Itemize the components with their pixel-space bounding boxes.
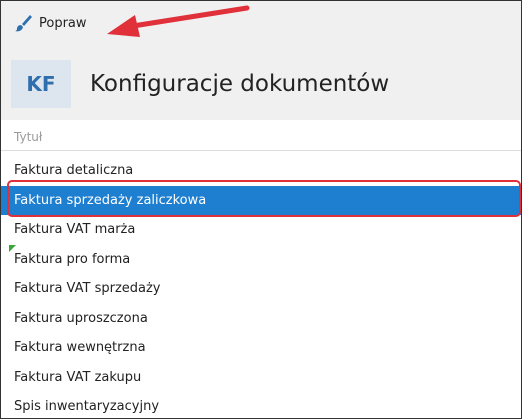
list-item[interactable]: Faktura VAT marża [1, 215, 521, 245]
list-item-selected[interactable]: Faktura sprzedaży zaliczkowa [1, 185, 521, 215]
list-item[interactable]: Faktura uproszczona [1, 304, 521, 334]
page-title: Konfiguracje dokumentów [90, 71, 390, 97]
list-item[interactable]: Faktura pro forma [1, 244, 521, 275]
annotation-arrow-icon [107, 5, 250, 37]
window: Popraw KF Konfiguracje dokumentów Tytuł … [0, 0, 522, 419]
list-item-label: Faktura pro forma [14, 251, 131, 267]
list-item[interactable]: Faktura VAT sprzedaży [1, 274, 521, 304]
column-header-title[interactable]: Tytuł [1, 125, 521, 151]
column-header-label: Tytuł [14, 130, 43, 144]
app-logo: KF [11, 60, 71, 108]
toolbar: Popraw [1, 1, 521, 44]
page-header: KF Konfiguracje dokumentów [1, 44, 521, 120]
brush-icon [13, 13, 33, 33]
list-item[interactable]: Faktura wewnętrzna [1, 333, 521, 363]
row-marker-icon [9, 244, 16, 252]
edit-button[interactable]: Popraw [13, 11, 87, 35]
list-item[interactable]: Faktura VAT zakupu [1, 363, 521, 393]
edit-button-label: Popraw [39, 15, 87, 31]
list-item[interactable]: Faktura detaliczna [1, 156, 521, 186]
list-item[interactable]: Spis inwentaryzacyjny [1, 392, 521, 418]
document-config-list: Faktura detaliczna Faktura sprzedaży zal… [1, 156, 521, 418]
